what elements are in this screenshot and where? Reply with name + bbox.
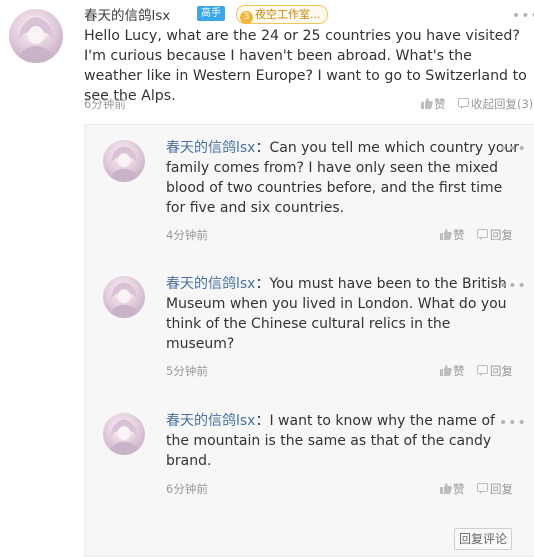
reply-icon bbox=[458, 98, 469, 109]
reply-icon bbox=[477, 365, 488, 376]
reply-username[interactable]: 春天的信鸽lsx bbox=[166, 276, 255, 292]
reply-button[interactable]: 回复 bbox=[477, 481, 513, 497]
reply-time: 6分钟前 bbox=[166, 482, 208, 496]
comment-text: Hello Lucy, what are the 24 or 25 countr… bbox=[84, 28, 527, 104]
like-button[interactable]: 赞 bbox=[440, 481, 465, 497]
username[interactable]: 春天的信鸽lsx bbox=[84, 4, 170, 24]
like-label: 赞 bbox=[453, 228, 465, 242]
like-label: 赞 bbox=[453, 364, 465, 378]
collapse-label: 收起回复(3) bbox=[471, 97, 534, 111]
reply-button[interactable]: 回复 bbox=[477, 227, 513, 243]
thumbs-up-icon bbox=[421, 98, 433, 109]
reply-username[interactable]: 春天的信鸽lsx bbox=[166, 140, 255, 156]
like-label: 赞 bbox=[434, 97, 446, 111]
like-button[interactable]: 赞 bbox=[440, 363, 465, 379]
like-label: 赞 bbox=[453, 482, 465, 496]
reply-icon bbox=[477, 229, 488, 240]
level-badge: 高手 bbox=[197, 6, 225, 21]
more-options-icon[interactable]: ••• bbox=[512, 9, 534, 23]
like-button[interactable]: 赞 bbox=[421, 96, 446, 112]
avatar[interactable] bbox=[103, 140, 145, 182]
reply-label: 回复 bbox=[490, 228, 513, 242]
reply-button[interactable]: 回复 bbox=[477, 363, 513, 379]
reply-text: 春天的信鸽lsx：You must have been to the Briti… bbox=[166, 276, 507, 352]
like-button[interactable]: 赞 bbox=[440, 227, 465, 243]
reply-time: 5分钟前 bbox=[166, 364, 208, 378]
avatar[interactable] bbox=[9, 9, 63, 63]
reply-text: 春天的信鸽lsx：Can you tell me which country y… bbox=[166, 140, 520, 216]
org-badge[interactable]: 3 夜空工作室... bbox=[236, 5, 328, 24]
reply-username[interactable]: 春天的信鸽lsx bbox=[166, 413, 255, 429]
more-options-icon[interactable]: ••• bbox=[499, 142, 527, 156]
more-options-icon[interactable]: ••• bbox=[499, 416, 527, 430]
reply-time: 4分钟前 bbox=[166, 228, 208, 242]
reply-icon bbox=[477, 483, 488, 494]
thumbs-up-icon bbox=[440, 365, 452, 376]
thumbs-up-icon bbox=[440, 483, 452, 494]
collapse-replies-button[interactable]: 收起回复(3) bbox=[458, 96, 533, 112]
thumbs-up-icon bbox=[440, 229, 452, 240]
avatar[interactable] bbox=[103, 276, 145, 318]
comment-time: 6分钟前 bbox=[84, 97, 126, 111]
more-options-icon[interactable]: ••• bbox=[499, 279, 527, 293]
coin-icon: 3 bbox=[240, 11, 253, 24]
avatar[interactable] bbox=[103, 413, 145, 455]
reply-text: 春天的信鸽lsx：I want to know why the name of … bbox=[166, 413, 495, 469]
org-badge-label: 夜空工作室... bbox=[255, 8, 321, 21]
reply-comment-button[interactable]: 回复评论 bbox=[454, 528, 512, 550]
reply-label: 回复 bbox=[490, 482, 513, 496]
reply-label: 回复 bbox=[490, 364, 513, 378]
